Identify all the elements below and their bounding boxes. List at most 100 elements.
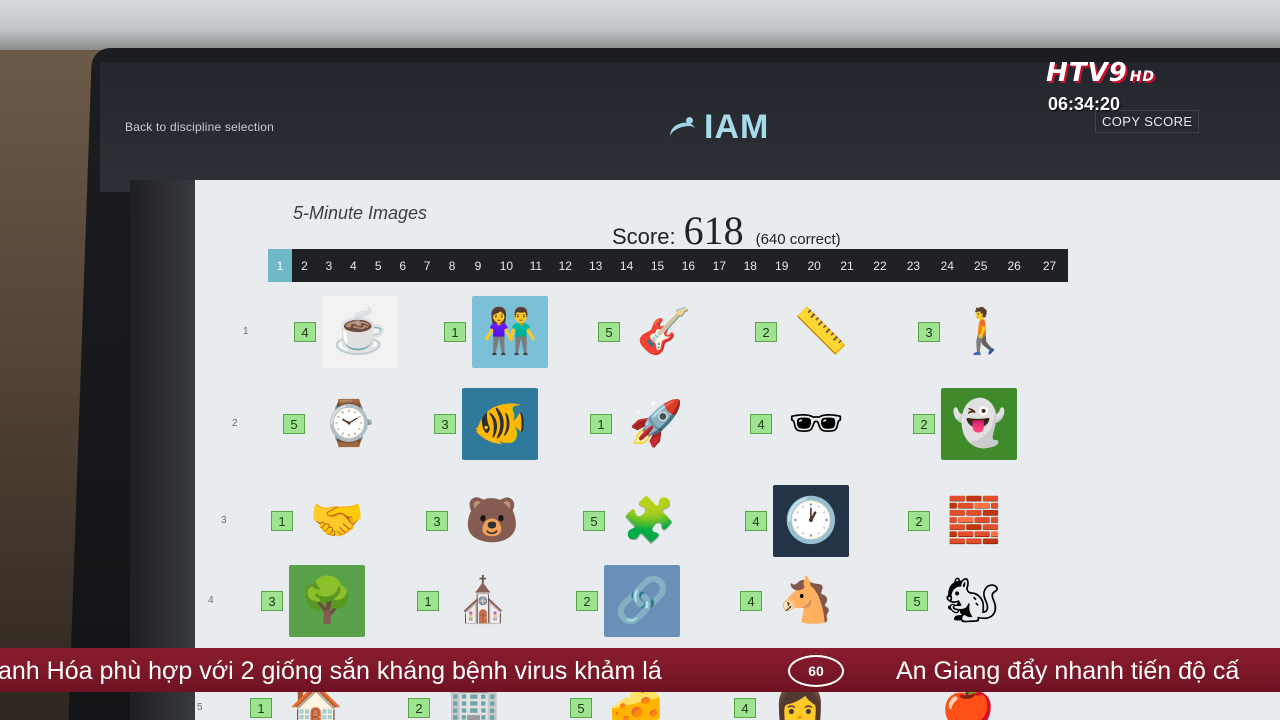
- tab-4[interactable]: 4: [341, 249, 366, 282]
- cartoon-people-image: 👫: [472, 296, 548, 368]
- iam-logo: IAM: [667, 108, 769, 147]
- answer-rank-box[interactable]: 5: [598, 322, 620, 342]
- answer-rank-box[interactable]: 2: [908, 511, 930, 531]
- tab-22[interactable]: 22: [864, 249, 897, 282]
- image-cell[interactable]: 5 🎸: [598, 296, 702, 368]
- tab-17[interactable]: 17: [704, 249, 735, 282]
- image-cell[interactable]: 5 🧩: [583, 485, 687, 557]
- image-cell[interactable]: 4 ☕: [294, 296, 398, 368]
- image-cell[interactable]: 5 ⌚: [283, 388, 387, 460]
- channel-logo: HTV9 HD: [1046, 58, 1155, 88]
- answer-rank-box[interactable]: 2: [408, 698, 430, 718]
- tab-7[interactable]: 7: [415, 249, 440, 282]
- image-cell[interactable]: 3 🐠: [434, 388, 538, 460]
- tab-11[interactable]: 11: [521, 249, 550, 282]
- row-number: 5: [197, 702, 203, 713]
- answer-rank-box[interactable]: 1: [271, 511, 293, 531]
- answer-rank-box[interactable]: 3: [426, 511, 448, 531]
- squirrel-image: 🐿: [934, 565, 1010, 637]
- image-cell[interactable]: 2 👻: [913, 388, 1017, 460]
- score-label: Score:: [612, 224, 676, 249]
- row-number: 2: [232, 418, 238, 429]
- answer-rank-box[interactable]: 4: [750, 414, 772, 434]
- iam-logo-icon: [667, 115, 700, 147]
- tab-12[interactable]: 12: [550, 249, 580, 282]
- answer-rank-box[interactable]: 5: [570, 698, 592, 718]
- tab-20[interactable]: 20: [798, 249, 831, 282]
- tab-14[interactable]: 14: [611, 249, 642, 282]
- tab-8[interactable]: 8: [440, 249, 465, 282]
- tab-18[interactable]: 18: [735, 249, 766, 282]
- image-cell[interactable]: 4 🕐: [745, 485, 849, 557]
- image-cell[interactable]: 1 🚀: [590, 388, 694, 460]
- tab-13[interactable]: 13: [580, 249, 611, 282]
- ticker-emblem-icon: 60: [788, 655, 844, 687]
- score-display: Score: 618 (640 correct): [612, 207, 841, 254]
- answer-rank-box[interactable]: 1: [250, 698, 272, 718]
- image-cell[interactable]: 2 🔗: [576, 565, 680, 637]
- image-cell[interactable]: 1 ⛪: [417, 565, 521, 637]
- tab-6[interactable]: 6: [391, 249, 415, 282]
- answer-rank-box[interactable]: 3: [434, 414, 456, 434]
- answer-rank-box[interactable]: 4: [745, 511, 767, 531]
- tab-26[interactable]: 26: [997, 249, 1031, 282]
- image-cell[interactable]: 1 🤝: [271, 485, 375, 557]
- rocking-horse-image: 🐴: [768, 565, 844, 637]
- back-to-discipline-link[interactable]: Back to discipline selection: [125, 120, 274, 134]
- image-cell[interactable]: 4 🐴: [740, 565, 844, 637]
- row-number: 4: [208, 595, 214, 606]
- ruler-image: 📏: [783, 296, 859, 368]
- answer-rank-box[interactable]: 2: [913, 414, 935, 434]
- answer-rank-box[interactable]: 1: [590, 414, 612, 434]
- answer-rank-box[interactable]: 2: [576, 591, 598, 611]
- answer-rank-box[interactable]: 4: [740, 591, 762, 611]
- image-cell[interactable]: 2 📏: [755, 296, 859, 368]
- tab-27[interactable]: 27: [1031, 249, 1068, 282]
- answer-rank-box[interactable]: 5: [583, 511, 605, 531]
- answer-rank-box[interactable]: 1: [417, 591, 439, 611]
- ghost-image: 👻: [941, 388, 1017, 460]
- tab-19[interactable]: 19: [766, 249, 798, 282]
- score-value: 618: [683, 208, 744, 253]
- image-cell[interactable]: 1 👫: [444, 296, 548, 368]
- tab-9[interactable]: 9: [465, 249, 492, 282]
- tab-5[interactable]: 5: [366, 249, 391, 282]
- answer-rank-box[interactable]: 2: [755, 322, 777, 342]
- man-with-stroller-image: 🚶: [946, 296, 1022, 368]
- image-cell[interactable]: 5 🐿: [906, 565, 1010, 637]
- tab-25[interactable]: 25: [964, 249, 997, 282]
- answer-rank-box[interactable]: 5: [906, 591, 928, 611]
- puzzle-pieces-image: 🧩: [611, 485, 687, 557]
- ticker-headline-right: An Giang đẩy nhanh tiến độ cấ: [896, 657, 1240, 685]
- answer-rank-box[interactable]: 3: [918, 322, 940, 342]
- tab-10[interactable]: 10: [491, 249, 521, 282]
- correct-count: (640 correct): [755, 231, 841, 248]
- answer-rank-box[interactable]: 5: [283, 414, 305, 434]
- chain-link-image: 🔗: [604, 565, 680, 637]
- goldfish-image: 🐠: [462, 388, 538, 460]
- tab-21[interactable]: 21: [831, 249, 864, 282]
- ticker-headline-left: anh Hóa phù hợp với 2 giống sắn kháng bệ…: [0, 657, 662, 685]
- panel-edge: [130, 180, 200, 720]
- answer-rank-box[interactable]: 1: [444, 322, 466, 342]
- brown-bear-image: 🐻: [454, 485, 530, 557]
- tab-23[interactable]: 23: [896, 249, 930, 282]
- tab-24[interactable]: 24: [930, 249, 964, 282]
- tab-16[interactable]: 16: [673, 249, 704, 282]
- tab-2[interactable]: 2: [292, 249, 317, 282]
- image-cell[interactable]: 3 🌳: [261, 565, 365, 637]
- pocket-watch-image: ⌚: [311, 388, 387, 460]
- image-cell[interactable]: 3 🐻: [426, 485, 530, 557]
- page-tabs: 1 2 3 4 5 6 7 8 9 10 11 12 13 14 15 16 17 18 19 20 21 22 23 24 2…: [268, 249, 1068, 282]
- clock-man-image: 🕐: [773, 485, 849, 557]
- image-cell[interactable]: 4 🕶: [750, 388, 854, 460]
- image-cell[interactable]: 2 🧱: [908, 485, 1012, 557]
- row-number: 1: [243, 326, 249, 337]
- answer-rank-box[interactable]: 4: [734, 698, 756, 718]
- answer-rank-box[interactable]: 4: [294, 322, 316, 342]
- tab-15[interactable]: 15: [642, 249, 673, 282]
- tab-1[interactable]: 1: [268, 249, 292, 282]
- answer-rank-box[interactable]: 3: [261, 591, 283, 611]
- tab-3[interactable]: 3: [317, 249, 341, 282]
- image-cell[interactable]: 3 🚶: [918, 296, 1022, 368]
